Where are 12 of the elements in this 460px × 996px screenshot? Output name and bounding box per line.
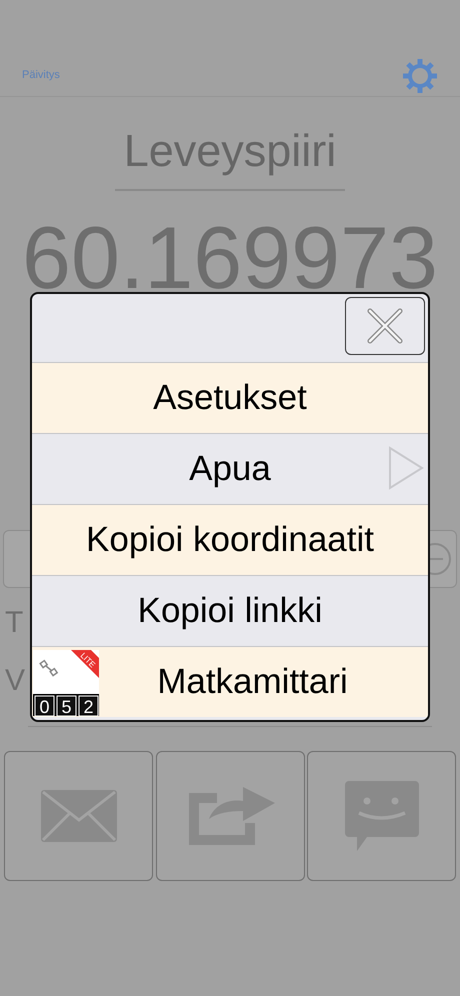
share-button[interactable] xyxy=(156,751,304,881)
title-text: Leveyspiiri xyxy=(124,124,336,178)
settings-icon[interactable] xyxy=(402,58,438,94)
close-button[interactable] xyxy=(345,297,425,355)
message-icon xyxy=(342,779,420,853)
menu-item[interactable]: Asetukset xyxy=(32,362,428,433)
share-button[interactable] xyxy=(4,751,153,881)
close-icon xyxy=(367,308,403,344)
menu-item[interactable]: Kopioi koordinaatit xyxy=(32,504,428,575)
mail-icon xyxy=(38,788,118,844)
share-button[interactable] xyxy=(307,751,456,881)
play-icon xyxy=(388,446,424,490)
